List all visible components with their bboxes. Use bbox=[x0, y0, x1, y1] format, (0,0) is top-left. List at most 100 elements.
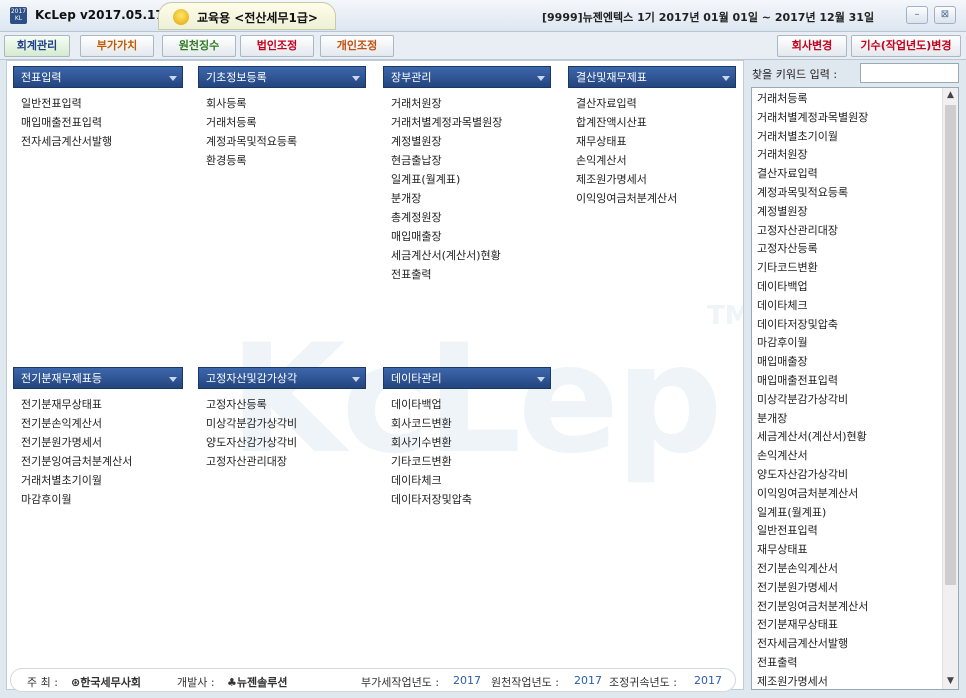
menu-item[interactable]: 전표출력 bbox=[391, 265, 551, 284]
keyword-search-input[interactable] bbox=[860, 63, 959, 83]
menu-item[interactable]: 회사등록 bbox=[206, 94, 366, 113]
keyword-item[interactable]: 데이타체크 bbox=[757, 297, 942, 316]
tab-vat[interactable]: 부가가치 bbox=[80, 35, 154, 57]
keyword-item[interactable]: 제조원가명세서 bbox=[757, 673, 942, 689]
company-period: [9999]뉴젠엔텍스 1기 2017년 01월 01일 ~ 2017년 12월… bbox=[542, 11, 875, 24]
menu-item[interactable]: 데이타백업 bbox=[391, 395, 551, 414]
keyword-item[interactable]: 거래처별계정과목별원장 bbox=[757, 109, 942, 128]
adjustment-year-label: 조정귀속년도 : bbox=[609, 676, 677, 689]
menu-item[interactable]: 분개장 bbox=[391, 189, 551, 208]
tab-corporate-adjustment[interactable]: 법인조정 bbox=[240, 35, 314, 57]
menu-item[interactable]: 고정자산등록 bbox=[206, 395, 366, 414]
minimize-button[interactable]: – bbox=[906, 6, 928, 24]
keyword-item[interactable]: 분개장 bbox=[757, 410, 942, 429]
keyword-item[interactable]: 양도자산감가상각비 bbox=[757, 466, 942, 485]
menu-item[interactable]: 세금계산서(계산서)현황 bbox=[391, 246, 551, 265]
menu-item[interactable]: 현금출납장 bbox=[391, 151, 551, 170]
menu-item[interactable]: 일반전표입력 bbox=[21, 94, 183, 113]
close-button[interactable]: ⊠ bbox=[934, 6, 956, 24]
menu-item[interactable]: 거래처별계정과목별원장 bbox=[391, 113, 551, 132]
menu-item[interactable]: 결산자료입력 bbox=[576, 94, 736, 113]
keyword-item[interactable]: 일계표(월계표) bbox=[757, 504, 942, 523]
keyword-item[interactable]: 고정자산등록 bbox=[757, 240, 942, 259]
period-change-button[interactable]: 기수(작업년도)변경 bbox=[851, 35, 961, 57]
group-header-fixed-assets[interactable]: 고정자산및감가상각 bbox=[198, 367, 366, 389]
group-header-data-management[interactable]: 데이타관리 bbox=[383, 367, 551, 389]
menu-item[interactable]: 총계정원장 bbox=[391, 208, 551, 227]
edu-version-tab: 교육용 <전산세무1급> bbox=[158, 2, 336, 30]
group-header-ledger[interactable]: 장부관리 bbox=[383, 66, 551, 88]
keyword-item[interactable]: 전기분손익계산서 bbox=[757, 560, 942, 579]
menu-item[interactable]: 매입매출전표입력 bbox=[21, 113, 183, 132]
keyword-list-scrollbar[interactable]: ▲ ▼ bbox=[942, 88, 958, 689]
keyword-item[interactable]: 고정자산관리대장 bbox=[757, 222, 942, 241]
keyword-item[interactable]: 매입매출전표입력 bbox=[757, 372, 942, 391]
menu-item[interactable]: 계정과목및적요등록 bbox=[206, 132, 366, 151]
scroll-up-arrow-icon[interactable]: ▲ bbox=[943, 88, 958, 103]
tab-accounting[interactable]: 회계관리 bbox=[4, 35, 70, 57]
menu-item[interactable]: 양도자산감가상각비 bbox=[206, 433, 366, 452]
withholding-year-value: 2017 bbox=[574, 674, 602, 687]
menu-item[interactable]: 거래처별초기이월 bbox=[21, 471, 183, 490]
tab-individual-adjustment[interactable]: 개인조정 bbox=[320, 35, 394, 57]
keyword-item[interactable]: 전자세금계산서발행 bbox=[757, 635, 942, 654]
menu-item[interactable]: 매입매출장 bbox=[391, 227, 551, 246]
menu-item[interactable]: 미상각분감가상각비 bbox=[206, 414, 366, 433]
company-change-button[interactable]: 회사변경 bbox=[777, 35, 847, 57]
menu-item[interactable]: 데이타체크 bbox=[391, 471, 551, 490]
menu-item[interactable]: 일계표(월계표) bbox=[391, 170, 551, 189]
group-header-basic-info[interactable]: 기초정보등록 bbox=[198, 66, 366, 88]
group-header-voucher[interactable]: 전표입력 bbox=[13, 66, 183, 88]
keyword-item[interactable]: 손익계산서 bbox=[757, 447, 942, 466]
keyword-item[interactable]: 거래처별초기이월 bbox=[757, 128, 942, 147]
keyword-item[interactable]: 기타코드변환 bbox=[757, 259, 942, 278]
keyword-item[interactable]: 이익잉여금처분계산서 bbox=[757, 485, 942, 504]
keyword-item[interactable]: 세금계산서(계산서)현황 bbox=[757, 428, 942, 447]
keyword-item[interactable]: 전기분재무상태표 bbox=[757, 616, 942, 635]
menu-item[interactable]: 전기분잉여금처분계산서 bbox=[21, 452, 183, 471]
keyword-item[interactable]: 거래처원장 bbox=[757, 146, 942, 165]
keyword-item[interactable]: 일반전표입력 bbox=[757, 522, 942, 541]
menu-item[interactable]: 데이타저장및압축 bbox=[391, 490, 551, 509]
menu-item[interactable]: 전기분손익계산서 bbox=[21, 414, 183, 433]
menu-item[interactable]: 거래처등록 bbox=[206, 113, 366, 132]
keyword-item[interactable]: 매입매출장 bbox=[757, 353, 942, 372]
menu-item[interactable]: 전자세금계산서발행 bbox=[21, 132, 183, 151]
menu-item[interactable]: 고정자산관리대장 bbox=[206, 452, 366, 471]
menu-item[interactable]: 이익잉여금처분계산서 bbox=[576, 189, 736, 208]
keyword-item[interactable]: 계정과목및적요등록 bbox=[757, 184, 942, 203]
keyword-item[interactable]: 데이타저장및압축 bbox=[757, 316, 942, 335]
scroll-down-arrow-icon[interactable]: ▼ bbox=[943, 674, 958, 689]
group-closing: 결산및재무제표 결산자료입력 합계잔액시산표 재무상태표 손익계산서 제조원가명세서 이익… bbox=[568, 66, 736, 208]
keyword-item[interactable]: 전기분잉여금처분계산서 bbox=[757, 598, 942, 617]
keyword-item[interactable]: 전기분원가명세서 bbox=[757, 579, 942, 598]
title-bar: 2017 KL KcLep v2017.05.17 교육용 <전산세무1급> [… bbox=[0, 0, 966, 32]
menu-item[interactable]: 전기분재무상태표 bbox=[21, 395, 183, 414]
menu-item[interactable]: 계정별원장 bbox=[391, 132, 551, 151]
scroll-thumb[interactable] bbox=[945, 105, 956, 585]
keyword-item[interactable]: 마감후이월 bbox=[757, 334, 942, 353]
menu-item[interactable]: 재무상태표 bbox=[576, 132, 736, 151]
keyword-item[interactable]: 전표출력 bbox=[757, 654, 942, 673]
menu-item[interactable]: 전기분원가명세서 bbox=[21, 433, 183, 452]
menu-list: 거래처원장 거래처별계정과목별원장 계정별원장 현금출납장 일계표(월계표) 분개장 총계정… bbox=[383, 88, 551, 284]
keyword-list[interactable]: 거래처등록 거래처별계정과목별원장 거래처별초기이월 거래처원장 결산자료입력 계정과목및… bbox=[751, 87, 959, 690]
keyword-item[interactable]: 계정별원장 bbox=[757, 203, 942, 222]
menu-item[interactable]: 거래처원장 bbox=[391, 94, 551, 113]
tab-withholding[interactable]: 원천징수 bbox=[162, 35, 236, 57]
menu-item[interactable]: 제조원가명세서 bbox=[576, 170, 736, 189]
group-header-prior-statements[interactable]: 전기분재무제표등 bbox=[13, 367, 183, 389]
menu-item[interactable]: 손익계산서 bbox=[576, 151, 736, 170]
menu-item[interactable]: 합계잔액시산표 bbox=[576, 113, 736, 132]
keyword-item[interactable]: 재무상태표 bbox=[757, 541, 942, 560]
menu-item[interactable]: 회사코드변환 bbox=[391, 414, 551, 433]
group-header-closing[interactable]: 결산및재무제표 bbox=[568, 66, 736, 88]
keyword-item[interactable]: 결산자료입력 bbox=[757, 165, 942, 184]
menu-item[interactable]: 회사기수변환 bbox=[391, 433, 551, 452]
menu-item[interactable]: 환경등록 bbox=[206, 151, 366, 170]
menu-item[interactable]: 마감후이월 bbox=[21, 490, 183, 509]
keyword-item[interactable]: 거래처등록 bbox=[757, 90, 942, 109]
menu-item[interactable]: 기타코드변환 bbox=[391, 452, 551, 471]
keyword-item[interactable]: 미상각분감가상각비 bbox=[757, 391, 942, 410]
keyword-item[interactable]: 데이타백업 bbox=[757, 278, 942, 297]
